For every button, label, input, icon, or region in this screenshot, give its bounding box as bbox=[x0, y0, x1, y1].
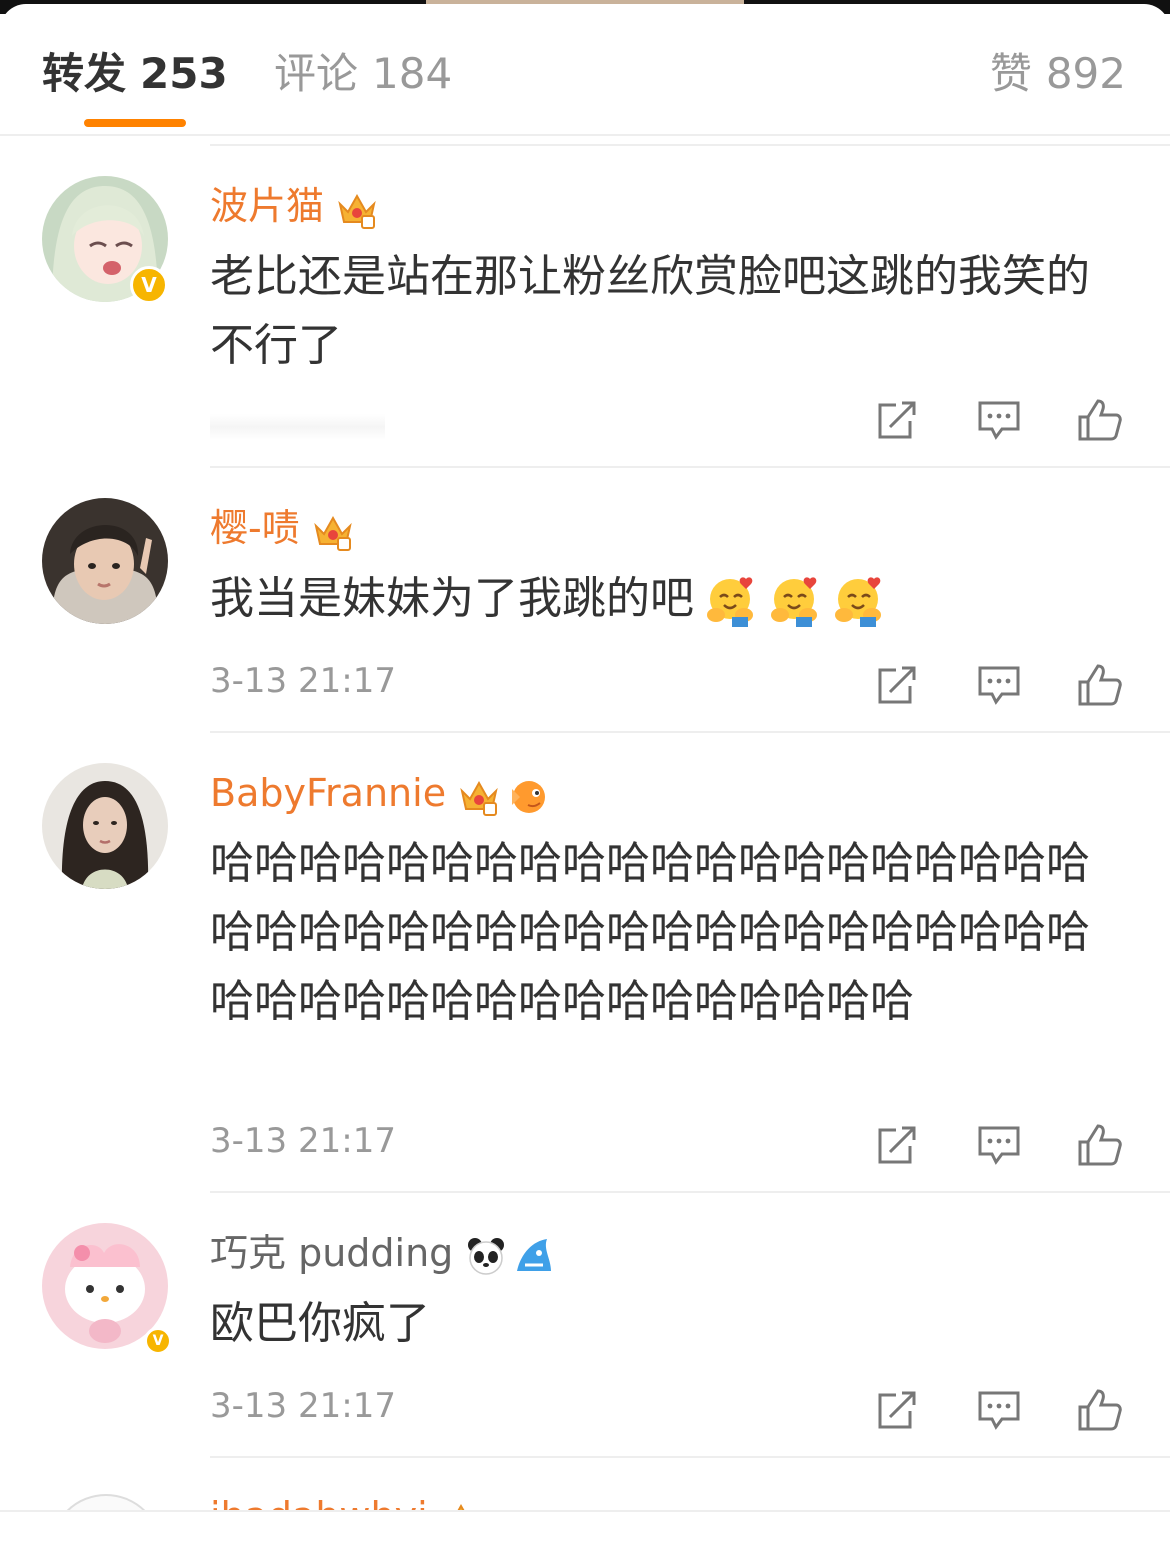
tab-comment-label: 评论 bbox=[274, 49, 359, 98]
forward-icon[interactable] bbox=[874, 1387, 920, 1433]
row-divider bbox=[210, 144, 1170, 146]
like-icon[interactable] bbox=[1076, 1387, 1122, 1433]
username-text: 巧克 pudding bbox=[210, 1231, 454, 1275]
forward-icon[interactable] bbox=[874, 397, 920, 443]
bottom-bar bbox=[0, 1512, 1170, 1560]
tab-like-label: 赞 bbox=[989, 49, 1032, 98]
avatar[interactable] bbox=[42, 498, 168, 624]
comment-icon[interactable] bbox=[976, 662, 1022, 708]
row-divider bbox=[210, 1191, 1170, 1193]
shark-badge-icon bbox=[517, 1238, 552, 1271]
avatar[interactable]: V bbox=[42, 1223, 172, 1355]
comment-time: 3-13 21:17 bbox=[210, 1121, 396, 1161]
forward-icon[interactable] bbox=[874, 662, 920, 708]
comment-text: 哈哈哈哈哈哈哈哈哈哈哈哈哈哈哈哈哈哈哈哈哈哈哈哈哈哈哈哈哈哈哈哈哈哈哈哈哈哈哈哈… bbox=[210, 838, 1090, 1027]
tab-bar: 转发 253 评论 184 赞 892 bbox=[0, 4, 1170, 136]
like-icon[interactable] bbox=[1076, 662, 1122, 708]
comment-username[interactable]: 樱-啧 bbox=[210, 502, 354, 554]
comment-text: 老比还是站在那让粉丝欣赏脸吧这跳的我笑的不行了 bbox=[210, 251, 1090, 371]
comment-actions bbox=[874, 1387, 1134, 1435]
panda-badge-icon bbox=[468, 1237, 505, 1275]
tabs-divider bbox=[0, 134, 1170, 136]
like-icon[interactable] bbox=[1076, 1122, 1122, 1168]
crown-icon bbox=[338, 193, 376, 229]
fish-badge-icon bbox=[512, 780, 546, 813]
comment-actions bbox=[874, 1122, 1134, 1170]
username-text: 樱-啧 bbox=[210, 506, 300, 550]
verified-badge: V bbox=[130, 266, 168, 304]
username-text: BabyFrannie bbox=[210, 771, 447, 815]
active-tab-indicator bbox=[84, 119, 186, 127]
comment-icon[interactable] bbox=[976, 1387, 1022, 1433]
comment-text: 我当是妹妹为了我跳的吧 bbox=[210, 573, 694, 624]
comment-username[interactable]: 巧克 pudding bbox=[210, 1227, 555, 1279]
comment-icon[interactable] bbox=[976, 397, 1022, 443]
comment-time: 3-13 21:17 bbox=[210, 1386, 396, 1426]
comment-text-row: 我当是妹妹为了我跳的吧 bbox=[210, 564, 1120, 633]
crown-icon bbox=[460, 780, 498, 816]
comment-username[interactable]: BabyFrannie bbox=[210, 767, 550, 819]
comment-time-faded bbox=[210, 414, 385, 440]
tab-repost-label: 转发 bbox=[42, 49, 127, 98]
comment-time: 3-13 21:17 bbox=[210, 661, 396, 701]
tab-like[interactable]: 赞 892 bbox=[990, 44, 1126, 104]
comments-sheet: 转发 253 评论 184 赞 892 V 波片猫 老比还是站在那让粉丝欣赏脸吧… bbox=[0, 4, 1170, 1560]
avatar[interactable] bbox=[42, 763, 168, 889]
tab-comment-count: 184 bbox=[372, 49, 453, 98]
comment-username[interactable]: 波片猫 bbox=[210, 180, 378, 232]
tab-like-count: 892 bbox=[1045, 49, 1126, 98]
forward-icon[interactable] bbox=[874, 1122, 920, 1168]
hug-emoji-icon bbox=[835, 577, 881, 627]
comment-text: 欧巴你疯了 bbox=[210, 1298, 430, 1349]
username-text: 波片猫 bbox=[210, 184, 325, 228]
comment-actions bbox=[874, 397, 1134, 445]
comment-actions bbox=[874, 662, 1134, 710]
row-divider bbox=[210, 466, 1170, 468]
tab-comment[interactable]: 评论 184 bbox=[274, 44, 452, 104]
hug-emoji-icon bbox=[707, 577, 753, 627]
verified-badge: V bbox=[144, 1327, 172, 1355]
row-divider bbox=[210, 1456, 1170, 1458]
comment-icon[interactable] bbox=[976, 1122, 1022, 1168]
tab-repost-count: 253 bbox=[140, 49, 228, 98]
crown-icon bbox=[313, 515, 352, 551]
hug-emoji-icon bbox=[771, 577, 817, 627]
like-icon[interactable] bbox=[1076, 397, 1122, 443]
row-divider bbox=[210, 731, 1170, 733]
avatar[interactable]: V bbox=[42, 176, 168, 304]
tab-repost[interactable]: 转发 253 bbox=[42, 44, 228, 104]
